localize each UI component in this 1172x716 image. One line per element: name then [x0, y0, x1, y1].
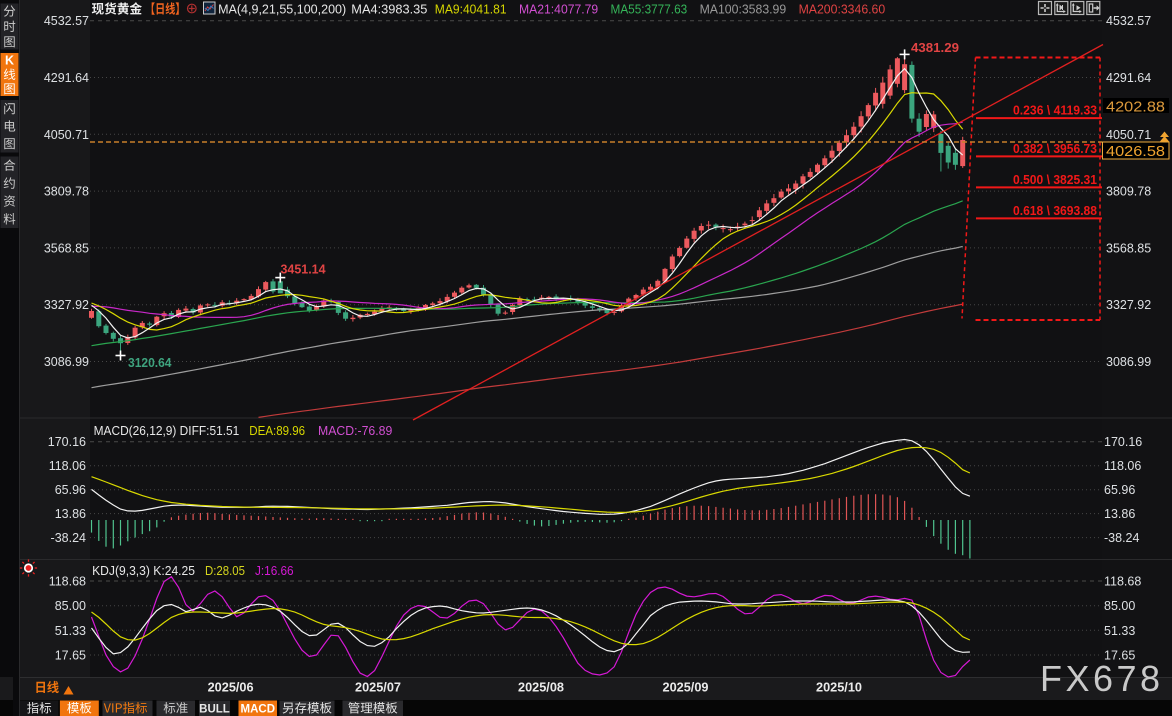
svg-text:MA55:3777.63: MA55:3777.63	[611, 2, 688, 17]
svg-text:17.65: 17.65	[55, 649, 86, 663]
svg-text:13.86: 13.86	[55, 507, 86, 521]
svg-text:65.96: 65.96	[1104, 483, 1135, 497]
svg-text:BULL: BULL	[199, 704, 230, 716]
svg-text:MA200:3346.60: MA200:3346.60	[799, 2, 886, 17]
svg-text:4532.57: 4532.57	[44, 14, 89, 28]
svg-text:3086.99: 3086.99	[1106, 355, 1151, 369]
svg-text:-38.24: -38.24	[51, 531, 86, 545]
svg-text:K: K	[5, 54, 14, 68]
svg-text:170.16: 170.16	[1104, 435, 1142, 449]
svg-text:118.06: 118.06	[49, 459, 86, 473]
svg-text:3120.64: 3120.64	[128, 355, 172, 370]
svg-text:MA(4,9,21,55,100,200): MA(4,9,21,55,100,200)	[218, 2, 346, 17]
svg-text:3327.92: 3327.92	[44, 298, 89, 312]
svg-text:13.86: 13.86	[1104, 507, 1135, 521]
svg-text:0.500 \ 3825.31: 0.500 \ 3825.31	[1013, 172, 1097, 187]
svg-text:4202.88: 4202.88	[1106, 100, 1165, 116]
svg-text:3568.85: 3568.85	[44, 241, 89, 255]
svg-text:4291.64: 4291.64	[1106, 71, 1151, 85]
svg-text:J:16.66: J:16.66	[255, 563, 294, 578]
svg-text:3451.14: 3451.14	[281, 262, 327, 277]
svg-text:D:28.05: D:28.05	[205, 563, 245, 578]
svg-text:118.06: 118.06	[1104, 459, 1141, 473]
svg-text:2025/08: 2025/08	[518, 680, 564, 695]
svg-text:4026.58: 4026.58	[1106, 144, 1165, 160]
svg-text:3809.78: 3809.78	[44, 185, 89, 199]
svg-text:MA4:3983.35: MA4:3983.35	[351, 2, 427, 17]
svg-text:-38.24: -38.24	[1104, 531, 1139, 545]
svg-text:2025/09: 2025/09	[663, 680, 709, 695]
svg-text:MA100:3583.99: MA100:3583.99	[700, 2, 787, 17]
svg-text:3568.85: 3568.85	[1106, 241, 1151, 255]
svg-text:DEA:89.96: DEA:89.96	[249, 423, 305, 438]
svg-text:3086.99: 3086.99	[44, 355, 89, 369]
svg-text:65.96: 65.96	[55, 483, 86, 497]
svg-text:KDJ(9,3,3) K:24.25: KDJ(9,3,3) K:24.25	[92, 563, 195, 578]
svg-text:118.68: 118.68	[49, 575, 86, 589]
svg-text:0.618 \ 3693.88: 0.618 \ 3693.88	[1013, 203, 1097, 218]
svg-text:MACD(26,12,9) DIFF:51.51: MACD(26,12,9) DIFF:51.51	[94, 423, 240, 438]
svg-text:0.236 \ 4119.33: 0.236 \ 4119.33	[1013, 103, 1097, 118]
svg-text:2025/06: 2025/06	[208, 680, 254, 695]
svg-text:85.00: 85.00	[55, 599, 86, 613]
svg-text:4291.64: 4291.64	[44, 71, 89, 85]
svg-text:MACD: MACD	[241, 704, 276, 716]
svg-text:118.68: 118.68	[1104, 575, 1141, 589]
svg-text:51.33: 51.33	[55, 624, 86, 638]
svg-text:85.00: 85.00	[1104, 599, 1135, 613]
svg-text:4532.57: 4532.57	[1106, 14, 1151, 28]
svg-text:MA21:4077.79: MA21:4077.79	[519, 2, 598, 17]
svg-text:0.382 \ 3956.73: 0.382 \ 3956.73	[1013, 141, 1097, 156]
svg-text:3327.92: 3327.92	[1106, 298, 1151, 312]
svg-text:4381.29: 4381.29	[911, 40, 959, 55]
svg-text:3809.78: 3809.78	[1106, 185, 1151, 199]
svg-text:2025/10: 2025/10	[816, 680, 862, 695]
svg-text:51.33: 51.33	[1104, 624, 1135, 638]
svg-text:FX678: FX678	[1040, 658, 1164, 699]
svg-text:MACD:-76.89: MACD:-76.89	[318, 423, 392, 438]
svg-text:4050.71: 4050.71	[1106, 128, 1151, 142]
svg-text:170.16: 170.16	[48, 435, 86, 449]
svg-text:2025/07: 2025/07	[355, 680, 401, 695]
svg-text:MA9:4041.81: MA9:4041.81	[435, 2, 507, 17]
svg-text:4050.71: 4050.71	[44, 128, 89, 142]
